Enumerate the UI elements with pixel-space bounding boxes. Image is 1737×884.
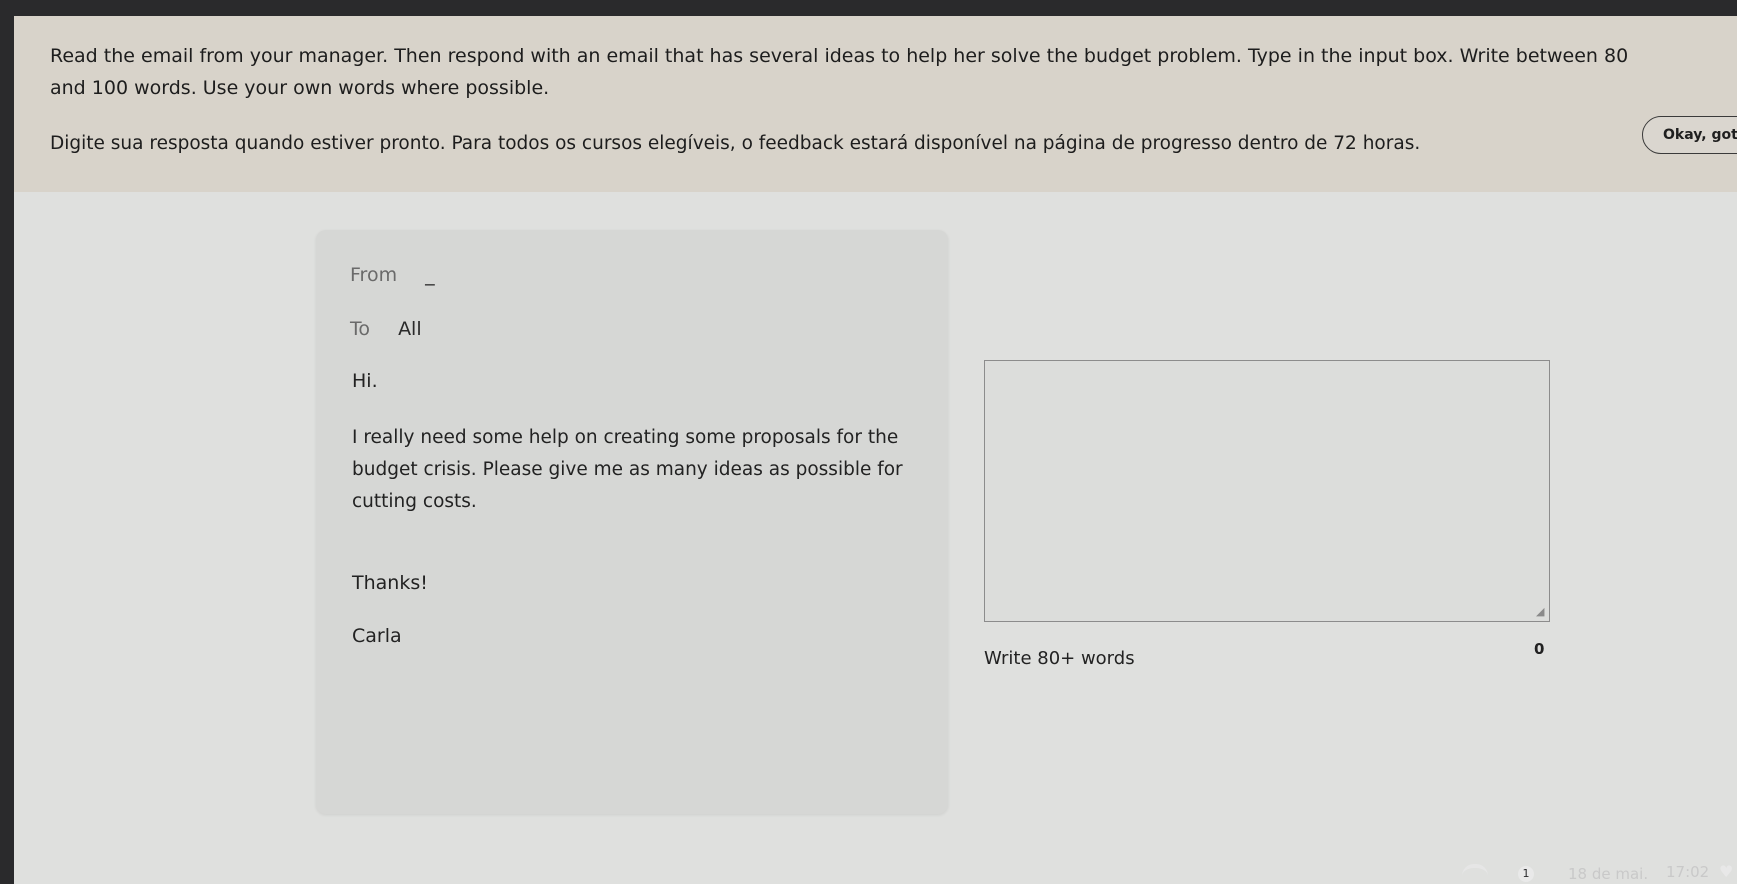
- email-to-row: To All: [350, 318, 422, 340]
- email-from-row: From _: [350, 264, 435, 286]
- notification-icon[interactable]: 1: [1518, 866, 1534, 882]
- okay-got-it-button[interactable]: Okay, got it: [1642, 116, 1737, 154]
- email-closing: Thanks!: [352, 572, 428, 594]
- instruction-text-portuguese: Digite sua resposta quando estiver pront…: [50, 133, 1421, 154]
- heart-icon: ♥: [1719, 862, 1734, 881]
- instruction-text-english: Read the email from your manager. Then r…: [50, 45, 1629, 99]
- email-signature: Carla: [352, 625, 402, 647]
- taskbar-time[interactable]: 17:02: [1666, 863, 1709, 881]
- response-input[interactable]: [984, 360, 1550, 622]
- wifi-icon[interactable]: [1462, 864, 1488, 880]
- email-to-label: To: [350, 318, 371, 340]
- system-taskbar: 1 18 de mai. 17:02 ♥: [1440, 856, 1737, 884]
- email-greeting: Hi.: [352, 370, 378, 392]
- writing-task-app: Read the email from your manager. Then r…: [14, 16, 1737, 884]
- screen: Read the email from your manager. Then r…: [0, 0, 1737, 884]
- email-to-value: All: [398, 318, 422, 340]
- word-count-hint: Write 80+ words: [984, 648, 1135, 669]
- email-from-label: From: [350, 264, 398, 286]
- instruction-banner: Read the email from your manager. Then r…: [14, 16, 1737, 192]
- word-count: 0: [1534, 640, 1545, 658]
- email-from-value: _: [425, 264, 435, 286]
- taskbar-date: 18 de mai.: [1568, 865, 1649, 883]
- resize-handle-icon[interactable]: ◢: [1536, 606, 1548, 618]
- email-body: I really need some help on creating some…: [352, 427, 903, 512]
- manager-email-card: From _ To All Hi. I really need some hel…: [316, 230, 948, 814]
